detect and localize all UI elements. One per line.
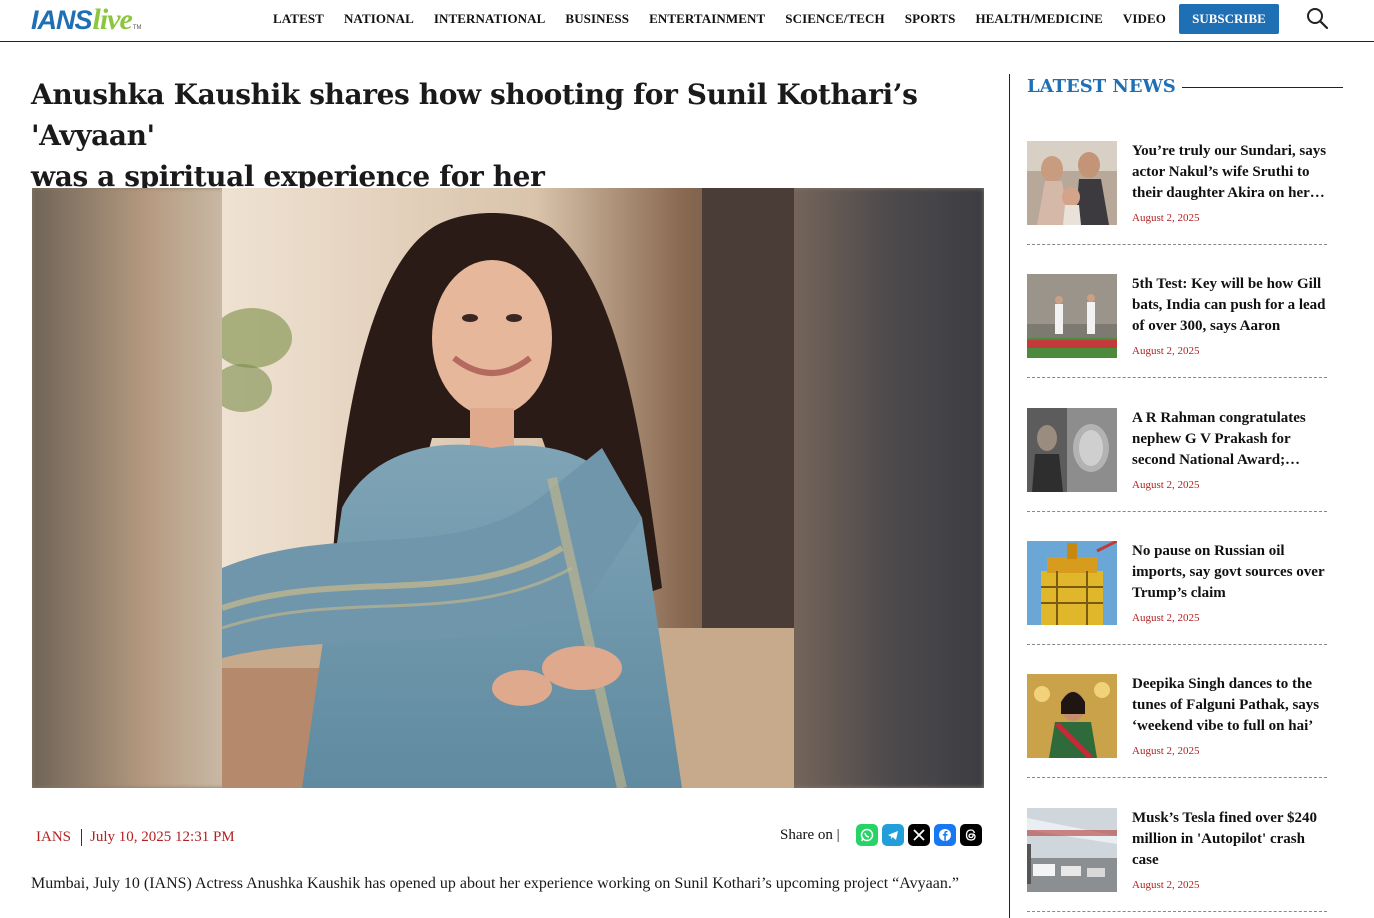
latest-news-heading: LATEST NEWS bbox=[1027, 76, 1182, 98]
nav-item-entertainment[interactable]: ENTERTAINMENT bbox=[639, 11, 775, 27]
news-date: August 2, 2025 bbox=[1132, 745, 1200, 757]
sidebar-divider bbox=[1009, 74, 1010, 918]
latest-news-item[interactable]: You’re truly our Sundari, says actor Nak… bbox=[1027, 141, 1327, 245]
news-title[interactable]: Deepika Singh dances to the tunes of Fal… bbox=[1132, 674, 1332, 737]
latest-news-item[interactable]: 5th Test: Key will be how Gill bats, Ind… bbox=[1027, 274, 1327, 378]
nav-item-international[interactable]: INTERNATIONAL bbox=[424, 11, 556, 27]
article-lede: Mumbai, July 10 (IANS) Actress Anushka K… bbox=[31, 875, 959, 892]
news-title[interactable]: No pause on Russian oil imports, say gov… bbox=[1132, 541, 1332, 604]
search-icon[interactable] bbox=[1305, 6, 1329, 30]
news-date: August 2, 2025 bbox=[1132, 479, 1200, 491]
article-headline: Anushka Kaushik shares how shooting for … bbox=[31, 74, 981, 197]
nav-item-national[interactable]: NATIONAL bbox=[334, 11, 424, 27]
x-icon[interactable] bbox=[907, 824, 930, 846]
logo-brand: IANS bbox=[31, 5, 93, 35]
news-date: August 2, 2025 bbox=[1132, 612, 1200, 624]
latest-news-item[interactable]: No pause on Russian oil imports, say gov… bbox=[1027, 541, 1327, 645]
article-byline: IANS July 10, 2025 12:31 PM bbox=[32, 826, 235, 848]
nav-item-science-tech[interactable]: SCIENCE/TECH bbox=[775, 11, 894, 27]
logo-trademark: TM bbox=[132, 25, 142, 31]
telegram-icon[interactable] bbox=[881, 824, 904, 846]
logo-brand-suffix: live bbox=[92, 3, 133, 36]
news-thumbnail[interactable] bbox=[1027, 408, 1117, 492]
share-bar: Share on | bbox=[780, 824, 982, 846]
news-title[interactable]: 5th Test: Key will be how Gill bats, Ind… bbox=[1132, 274, 1332, 337]
news-title[interactable]: You’re truly our Sundari, says actor Nak… bbox=[1132, 141, 1332, 204]
news-date: August 2, 2025 bbox=[1132, 879, 1200, 891]
news-title[interactable]: A R Rahman congratulates nephew G V Prak… bbox=[1132, 408, 1332, 471]
site-logo[interactable]: IANS live TM bbox=[31, 3, 142, 37]
latest-news-item[interactable]: Musk’s Tesla fined over $240 million in … bbox=[1027, 808, 1327, 912]
article-author[interactable]: IANS bbox=[32, 828, 83, 846]
share-label: Share on | bbox=[780, 826, 840, 843]
threads-icon[interactable] bbox=[959, 824, 982, 846]
main-nav: LATEST NATIONAL INTERNATIONAL BUSINESS E… bbox=[263, 0, 1176, 38]
news-thumbnail[interactable] bbox=[1027, 274, 1117, 358]
news-date: August 2, 2025 bbox=[1132, 345, 1200, 357]
latest-news-item[interactable]: A R Rahman congratulates nephew G V Prak… bbox=[1027, 408, 1327, 512]
nav-item-latest[interactable]: LATEST bbox=[263, 11, 334, 27]
nav-item-business[interactable]: BUSINESS bbox=[555, 11, 639, 27]
news-date: August 2, 2025 bbox=[1132, 212, 1200, 224]
subscribe-button[interactable]: SUBSCRIBE bbox=[1179, 4, 1279, 34]
latest-news-item[interactable]: Deepika Singh dances to the tunes of Fal… bbox=[1027, 674, 1327, 778]
news-thumbnail[interactable] bbox=[1027, 674, 1117, 758]
hero-photo bbox=[222, 188, 794, 788]
nav-item-sports[interactable]: SPORTS bbox=[895, 11, 966, 27]
whatsapp-icon[interactable] bbox=[855, 824, 878, 846]
nav-item-health-medicine[interactable]: HEALTH/MEDICINE bbox=[965, 11, 1112, 27]
nav-item-video[interactable]: VIDEO bbox=[1113, 11, 1176, 27]
news-thumbnail[interactable] bbox=[1027, 541, 1117, 625]
news-thumbnail[interactable] bbox=[1027, 808, 1117, 892]
article-date: July 10, 2025 12:31 PM bbox=[90, 828, 235, 845]
news-title[interactable]: Musk’s Tesla fined over $240 million in … bbox=[1132, 808, 1332, 871]
article-headline-line-1: Anushka Kaushik shares how shooting for … bbox=[31, 78, 918, 152]
site-header: IANS live TM LATEST NATIONAL INTERNATION… bbox=[0, 0, 1374, 42]
facebook-icon[interactable] bbox=[933, 824, 956, 846]
news-thumbnail[interactable] bbox=[1027, 141, 1117, 225]
article-hero-image bbox=[32, 188, 984, 788]
